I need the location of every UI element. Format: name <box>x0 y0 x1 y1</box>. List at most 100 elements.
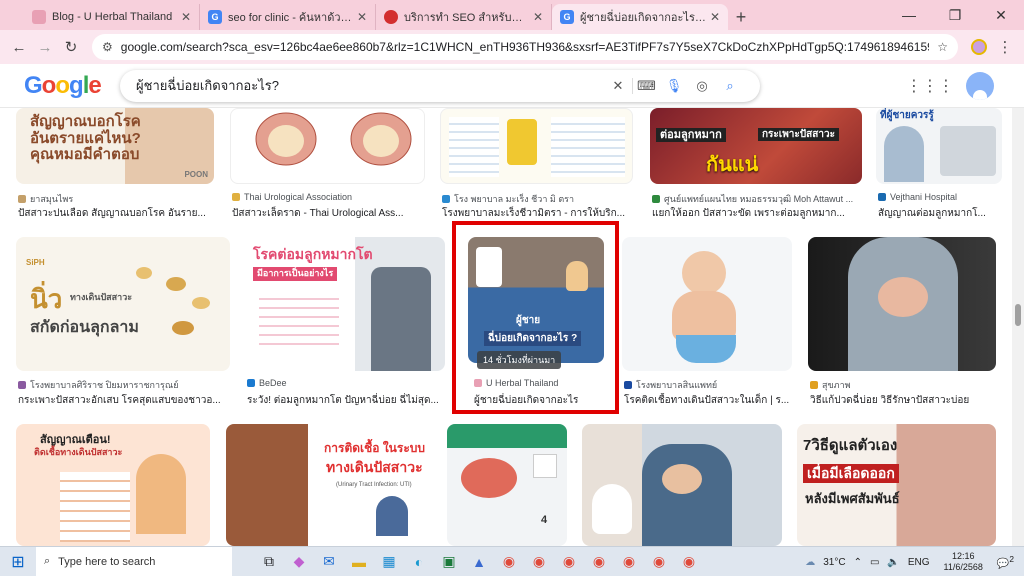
language-indicator[interactable]: ENG <box>908 557 930 568</box>
chrome-icon[interactable]: ◉ <box>674 547 704 577</box>
result-source[interactable]: โรง พยาบาล มะเร็ง ชีวา มิ ตรา <box>442 192 633 206</box>
result-title[interactable]: สัญญาณต่อมลูกหมากโ... <box>878 206 1002 221</box>
mail-icon[interactable]: ✉ <box>314 547 344 577</box>
bookmark-star-icon[interactable]: ☆ <box>937 40 948 54</box>
image-result[interactable]: ที่ผู้ชายควรรู้ Vejthani Hospital สัญญาณ… <box>876 108 1002 221</box>
result-source[interactable]: Vejthani Hospital <box>878 192 1002 202</box>
result-thumbnail[interactable] <box>808 237 996 371</box>
weather-icon[interactable]: ☁ <box>805 557 815 568</box>
result-thumbnail[interactable]: การติดเชื้อ ในระบบ ทางเดินปัสสาวะ (Urina… <box>226 424 431 546</box>
image-result[interactable]: ต่อมลูกหมาก กระเพาะปัสสาวะ กันแน่ ศูนย์แ… <box>650 108 862 221</box>
result-title[interactable]: แยกให้ออก ปัสสาวะขัด เพราะต่อมลูกหมาก... <box>652 206 862 221</box>
tray-chevron-icon[interactable]: ⌃ <box>854 557 862 568</box>
image-result[interactable]: 4 <box>447 424 567 546</box>
new-tab-icon[interactable]: + <box>728 4 754 30</box>
menu-icon[interactable]: ⋮ <box>992 34 1018 60</box>
clear-icon[interactable]: ✕ <box>604 78 632 94</box>
image-result[interactable]: โรงพยาบาลสินแพทย์ โรคติดเชื้อทางเดินปัสส… <box>622 237 792 411</box>
app-icon[interactable]: ▲ <box>464 547 494 577</box>
mic-icon[interactable]: 🎙 <box>660 78 688 94</box>
chrome-icon[interactable]: ◉ <box>614 547 644 577</box>
taskbar-search[interactable]: ⌕ Type here to search <box>36 546 232 577</box>
image-result[interactable]: สัญญาณบอกโรค อันตรายแค่ไหน? คุณหมอมีคำตอ… <box>16 108 214 221</box>
scrollbar-thumb[interactable] <box>1015 304 1021 326</box>
address-bar[interactable]: ⚙ google.com/search?sca_esv=126bc4ae6ee8… <box>92 34 958 60</box>
close-window-icon[interactable]: ✕ <box>978 0 1024 30</box>
chrome-icon[interactable]: ◉ <box>644 547 674 577</box>
chrome-icon[interactable]: ◉ <box>584 547 614 577</box>
account-avatar[interactable] <box>966 72 994 100</box>
image-result[interactable]: โรง พยาบาล มะเร็ง ชีวา มิ ตรา โรงพยาบาลม… <box>440 108 633 221</box>
result-title[interactable]: ระวัง! ต่อมลูกหมากโต ปัญหาฉี่บ่อย ฉี่ไม่… <box>247 393 445 408</box>
close-icon[interactable]: ✕ <box>357 10 367 24</box>
forward-icon[interactable]: → <box>32 34 58 60</box>
clock[interactable]: 12:16 11/6/2568 <box>944 551 983 573</box>
result-thumbnail[interactable] <box>230 108 425 184</box>
result-source[interactable]: U Herbal Thailand <box>474 378 604 388</box>
image-result[interactable]: 7วิธีดูแลตัวเอง เมื่อมีเลือดออก หลังมีเพ… <box>797 424 996 546</box>
result-thumbnail[interactable]: สัญญาณบอกโรค อันตรายแค่ไหน? คุณหมอมีคำตอ… <box>16 108 214 184</box>
result-thumbnail[interactable]: ต่อมลูกหมาก กระเพาะปัสสาวะ กันแน่ <box>650 108 862 184</box>
page-scrollbar[interactable] <box>1012 108 1024 546</box>
windows-start-icon[interactable]: ⊞ <box>0 552 36 572</box>
result-title[interactable]: โรงพยาบาลมะเร็งชีวามิตรา - การให้บริก... <box>442 206 633 221</box>
result-source[interactable]: โรงพยาบาลสินแพทย์ <box>624 378 792 392</box>
keyboard-icon[interactable]: ⌨ <box>632 77 660 94</box>
weather-temp[interactable]: 31°C <box>823 557 845 568</box>
close-icon[interactable]: ✕ <box>181 10 191 24</box>
result-title[interactable]: วิธีแก้ปวดฉี่บ่อย วิธีรักษาปัสสาวะบ่อย <box>810 393 996 408</box>
image-result[interactable]: SiPH นิ่ว ทางเดินปัสสาวะ สกัดก่อนลุกลาม … <box>16 237 230 411</box>
image-result[interactable]: การติดเชื้อ ในระบบ ทางเดินปัสสาวะ (Urina… <box>226 424 431 546</box>
result-thumbnail[interactable]: SiPH นิ่ว ทางเดินปัสสาวะ สกัดก่อนลุกลาม <box>16 237 230 371</box>
result-title[interactable]: ผู้ชายฉี่บ่อยเกิดจากอะไร <box>474 393 604 408</box>
result-thumbnail[interactable]: ที่ผู้ชายควรรู้ <box>876 108 1002 184</box>
result-thumbnail[interactable]: สัญญาณเตือน! ติดเชื้อทางเดินปัสสาวะ <box>16 424 210 546</box>
chrome-icon[interactable]: ◉ <box>524 547 554 577</box>
result-thumbnail[interactable]: 7วิธีดูแลตัวเอง เมื่อมีเลือดออก หลังมีเพ… <box>797 424 996 546</box>
excel-icon[interactable]: ▣ <box>434 547 464 577</box>
google-logo[interactable]: Google <box>24 72 102 100</box>
tab-3[interactable]: บริการทำ SEO สำหรับคลินิกเสริมความงาม ✕ <box>376 4 552 30</box>
result-title[interactable]: ปัสสาวะเล็ดราด - Thai Urological Ass... <box>232 206 425 221</box>
copilot-icon[interactable]: ◆ <box>284 547 314 577</box>
reload-icon[interactable]: ↻ <box>58 34 84 60</box>
edge-icon[interactable]: ◐ <box>404 547 434 577</box>
volume-icon[interactable]: 🔈 <box>887 557 899 568</box>
result-title[interactable]: ปัสสาวะปนเลือด สัญญาณบอกโรค อันราย... <box>18 206 214 221</box>
image-result[interactable] <box>582 424 782 546</box>
image-result[interactable]: โรคต่อมลูกหมากโต มีอาการเป็นอย่างไร BeDe… <box>245 237 445 411</box>
tab-4-active[interactable]: G ผู้ชายฉี่บ่อยเกิดจากอะไร? - ค้นหาด้วย … <box>552 4 728 30</box>
search-box[interactable]: ผู้ชายฉี่บ่อยเกิดจากอะไร? ✕ ⌨ 🎙 ◎ ⌕ <box>120 70 760 102</box>
result-thumbnail[interactable]: โรคต่อมลูกหมากโต มีอาการเป็นอย่างไร <box>245 237 445 371</box>
tab-2[interactable]: G seo for clinic - ค้นหาด้วย Google ✕ <box>200 4 376 30</box>
minimize-icon[interactable]: — <box>886 0 932 30</box>
result-source[interactable]: สุขภาพ <box>810 378 996 392</box>
tab-1[interactable]: Blog - U Herbal Thailand ✕ <box>24 4 200 30</box>
result-title[interactable]: โรคติดเชื้อทางเดินปัสสาวะในเด็ก | ร... <box>624 393 792 408</box>
image-result[interactable]: Thai Urological Association ปัสสาวะเล็ดร… <box>230 108 425 221</box>
result-thumbnail[interactable] <box>622 237 792 371</box>
chrome-icon[interactable]: ◉ <box>494 547 524 577</box>
apps-grid-icon[interactable]: ⋮⋮⋮ <box>906 76 954 96</box>
result-thumbnail[interactable] <box>440 108 633 184</box>
search-icon[interactable]: ⌕ <box>716 78 744 94</box>
network-icon[interactable]: ▭ <box>870 557 879 568</box>
chrome-icon[interactable]: ◉ <box>554 547 584 577</box>
result-title[interactable]: กระเพาะปัสสาวะอักเสบ โรคสุดแสบของชาวอ... <box>18 393 230 408</box>
search-input[interactable]: ผู้ชายฉี่บ่อยเกิดจากอะไร? <box>136 75 604 96</box>
notification-icon[interactable]: 💬2 <box>997 554 1014 569</box>
result-source[interactable]: ศูนย์แพทย์แผนไทย หมอธรรมวุฒิ Moh Attawut… <box>652 192 862 206</box>
image-result[interactable]: สุขภาพ วิธีแก้ปวดฉี่บ่อย วิธีรักษาปัสสาว… <box>808 237 996 411</box>
result-source[interactable]: BeDee <box>247 378 445 388</box>
image-result[interactable]: สัญญาณเตือน! ติดเชื้อทางเดินปัสสาวะ <box>16 424 210 546</box>
result-source[interactable]: ยาสมุนไพร <box>18 192 214 206</box>
close-icon[interactable]: ✕ <box>533 10 543 24</box>
result-thumbnail[interactable] <box>582 424 782 546</box>
back-icon[interactable]: ← <box>6 34 32 60</box>
image-result-selected[interactable]: ผู้ชาย ฉี่บ่อยเกิดจากอะไร ? U Herbal Tha… <box>468 237 604 411</box>
site-info-icon[interactable]: ⚙ <box>102 40 113 54</box>
close-icon[interactable]: ✕ <box>710 10 720 24</box>
result-source[interactable]: โรงพยาบาลศิริราช ปิยมหาราชการุณย์ <box>18 378 230 392</box>
lens-icon[interactable]: ◎ <box>688 78 716 94</box>
result-thumbnail[interactable]: 4 <box>447 424 567 546</box>
